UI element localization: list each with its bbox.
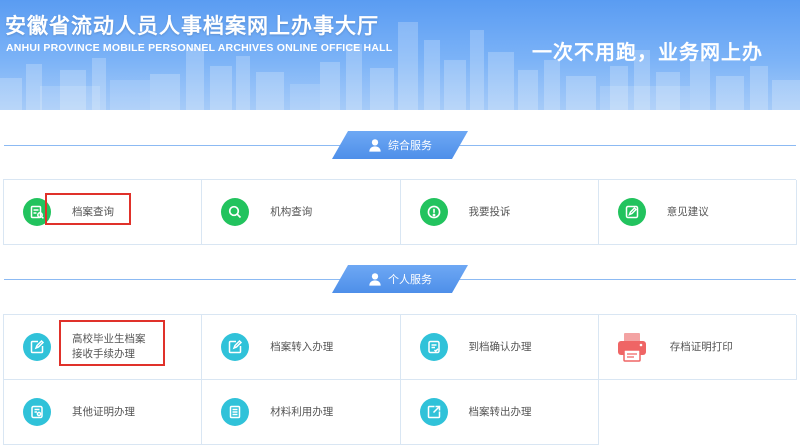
service-label: 到档确认办理 <box>468 340 532 353</box>
site-title: 安徽省流动人员人事档案网上办事大厅 <box>5 14 379 38</box>
service-item-graduate-archive-receipt[interactable]: 高校毕业生档案 接收手续办理 <box>4 315 203 380</box>
service-item-other-certificates[interactable]: 其他证明办理 <box>4 380 203 445</box>
printer-icon <box>615 330 649 364</box>
person-icon <box>368 138 382 152</box>
search-icon <box>221 198 250 226</box>
document-icon <box>221 398 250 426</box>
site-subtitle-english: ANHUI PROVINCE MOBILE PERSONNEL ARCHIVES… <box>6 42 393 54</box>
export-icon <box>419 398 448 426</box>
service-item-archive-query[interactable]: 档案查询 <box>4 180 203 245</box>
service-item-arrival-confirmation[interactable]: 到档确认办理 <box>400 315 599 380</box>
edit-box-icon <box>221 333 250 361</box>
person-icon <box>368 272 382 286</box>
section-tab: 综合服务 <box>332 131 468 159</box>
edit-icon <box>617 198 646 226</box>
edit-box-icon <box>23 333 51 361</box>
service-label: 材料利用办理 <box>270 405 334 418</box>
personal-services-grid: 高校毕业生档案 接收手续办理 档案转入办理 到档确认办理 存档证明打印 其他证明… <box>3 314 797 445</box>
alert-icon <box>419 198 448 226</box>
section-header-personal-services: 个人服务 <box>0 263 800 295</box>
section-title: 个人服务 <box>388 273 432 286</box>
service-label: 我要投诉 <box>468 205 511 218</box>
general-services-grid: 档案查询 机构查询 我要投诉 意见建议 <box>3 179 797 245</box>
section-title: 综合服务 <box>388 139 432 152</box>
section-header-general-services: 综合服务 <box>0 129 800 161</box>
site-slogan: 一次不用跑，业务网上办 <box>532 40 763 64</box>
service-label: 存档证明打印 <box>669 340 733 353</box>
service-item-complaint[interactable]: 我要投诉 <box>400 180 599 245</box>
service-label: 意见建议 <box>666 205 709 218</box>
service-label: 其他证明办理 <box>72 405 135 418</box>
service-item-archive-certificate-print[interactable]: 存档证明打印 <box>598 315 797 380</box>
document-check-icon <box>419 333 448 361</box>
service-label: 档案转入办理 <box>270 340 334 353</box>
empty-cell <box>599 380 797 445</box>
service-label: 档案查询 <box>72 205 114 218</box>
service-label: 档案转出办理 <box>468 405 532 418</box>
service-item-material-usage[interactable]: 材料利用办理 <box>202 380 401 445</box>
service-item-archive-transfer-out[interactable]: 档案转出办理 <box>400 380 599 445</box>
certificate-icon <box>23 398 51 426</box>
service-item-archive-transfer-in[interactable]: 档案转入办理 <box>202 315 401 380</box>
service-item-suggestions[interactable]: 意见建议 <box>598 180 797 245</box>
archive-search-icon <box>23 198 51 226</box>
service-label: 机构查询 <box>270 205 313 218</box>
section-tab: 个人服务 <box>332 265 468 293</box>
service-label: 高校毕业生档案 接收手续办理 <box>72 333 146 360</box>
header-banner: 安徽省流动人员人事档案网上办事大厅 ANHUI PROVINCE MOBILE … <box>0 0 800 110</box>
service-item-agency-query[interactable]: 机构查询 <box>202 180 401 245</box>
